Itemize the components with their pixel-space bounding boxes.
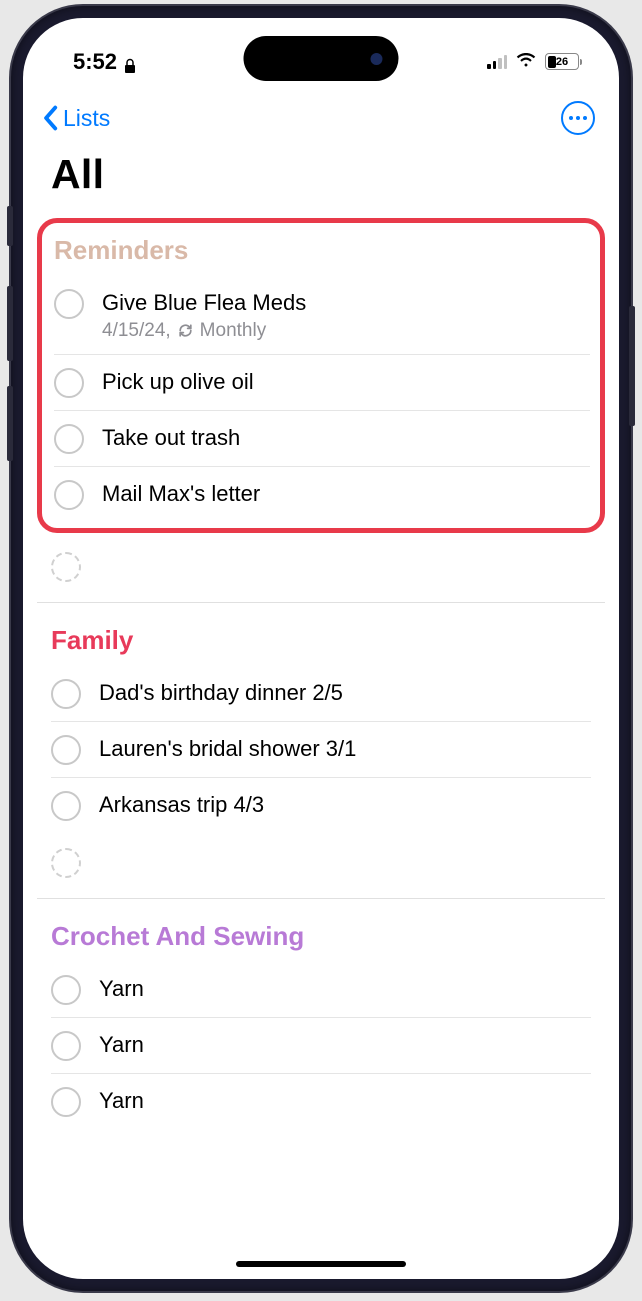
complete-circle[interactable] [54,480,84,510]
complete-circle[interactable] [51,1087,81,1117]
chevron-left-icon [41,105,59,131]
add-circle-icon [51,848,81,878]
section-header-crochet: Crochet And Sewing [37,899,605,962]
reminder-title: Take out trash [102,423,590,453]
wifi-icon [515,51,537,72]
reminder-body: Arkansas trip 4/3 [99,790,591,820]
reminder-item[interactable]: Dad's birthday dinner 2/5 [51,666,591,722]
reminder-date: 4/15/24, [102,320,171,342]
reminder-title: Arkansas trip 4/3 [99,790,591,820]
reminder-body: Mail Max's letter [102,479,590,509]
reminder-subtitle: 4/15/24, Monthly [102,320,590,342]
complete-circle[interactable] [51,679,81,709]
status-time: 5:52 [73,49,137,75]
back-button[interactable]: Lists [41,105,110,132]
reminder-item[interactable]: Pick up olive oil [54,355,590,411]
phone-frame: 5:52 26 Lists [11,6,631,1291]
side-button [7,206,13,246]
reminder-item[interactable]: Yarn [51,1074,591,1129]
highlight-annotation: Reminders Give Blue Flea Meds 4/15/24, M… [37,218,605,533]
phone-screen: 5:52 26 Lists [23,18,619,1279]
reminder-item[interactable]: Mail Max's letter [54,467,590,522]
side-button [7,286,13,361]
reminder-title: Give Blue Flea Meds [102,288,590,318]
complete-circle[interactable] [51,1031,81,1061]
signal-icon [487,54,507,69]
reminder-title: Yarn [99,974,591,1004]
reminder-item[interactable]: Yarn [51,962,591,1018]
add-circle-icon [51,552,81,582]
reminder-body: Yarn [99,974,591,1004]
battery-icon: 26 [545,53,579,70]
complete-circle[interactable] [51,791,81,821]
reminder-title: Yarn [99,1086,591,1116]
reminder-repeat: Monthly [200,320,267,342]
reminder-item[interactable]: Lauren's bridal shower 3/1 [51,722,591,778]
reminder-item[interactable]: Take out trash [54,411,590,467]
reminder-body: Yarn [99,1030,591,1060]
complete-circle[interactable] [51,735,81,765]
reminder-title: Dad's birthday dinner 2/5 [99,678,591,708]
reminder-title: Mail Max's letter [102,479,590,509]
reminder-body: Give Blue Flea Meds 4/15/24, Monthly [102,288,590,342]
complete-circle[interactable] [54,368,84,398]
reminder-body: Lauren's bridal shower 3/1 [99,734,591,764]
reminder-title: Pick up olive oil [102,367,590,397]
new-reminder-row[interactable] [37,537,605,596]
new-reminder-row[interactable] [37,833,605,892]
reminder-item[interactable]: Arkansas trip 4/3 [51,778,591,833]
reminder-body: Yarn [99,1086,591,1116]
reminder-title: Yarn [99,1030,591,1060]
nav-bar: Lists [23,83,619,145]
status-time-text: 5:52 [73,49,117,75]
reminder-title: Lauren's bridal shower 3/1 [99,734,591,764]
content: Reminders Give Blue Flea Meds 4/15/24, M… [23,218,619,1129]
side-button [629,306,635,426]
reminder-body: Pick up olive oil [102,367,590,397]
home-indicator[interactable] [236,1261,406,1267]
repeat-icon [177,322,194,339]
complete-circle[interactable] [54,289,84,319]
reminder-body: Take out trash [102,423,590,453]
ellipsis-icon [569,116,587,120]
section-header-reminders: Reminders [52,231,590,276]
reminder-body: Dad's birthday dinner 2/5 [99,678,591,708]
reminder-item[interactable]: Yarn [51,1018,591,1074]
status-icons: 26 [487,51,579,72]
more-button[interactable] [561,101,595,135]
dynamic-island [244,36,399,81]
back-label: Lists [63,105,110,132]
reminder-item[interactable]: Give Blue Flea Meds 4/15/24, Monthly [54,276,590,355]
battery-level: 26 [556,56,568,68]
page-title: All [23,145,619,218]
complete-circle[interactable] [54,424,84,454]
side-button [7,386,13,461]
section-header-family: Family [37,603,605,666]
orientation-lock-icon [123,54,137,70]
complete-circle[interactable] [51,975,81,1005]
